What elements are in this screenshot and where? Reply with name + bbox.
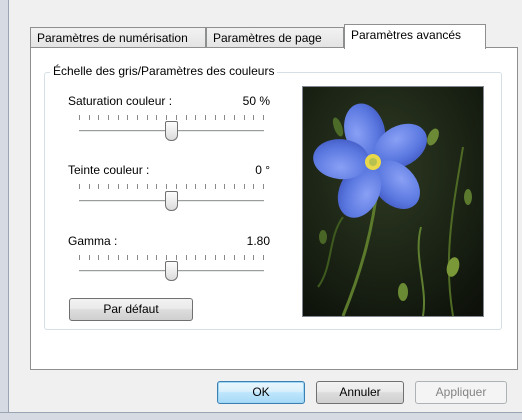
slider-tick bbox=[224, 115, 225, 120]
tab-scan-settings[interactable]: Paramètres de numérisation bbox=[30, 27, 206, 48]
ok-button[interactable]: OK bbox=[217, 381, 305, 404]
slider-tick bbox=[166, 115, 167, 120]
slider-tick bbox=[205, 184, 206, 189]
slider-tick bbox=[147, 115, 148, 120]
slider-tick bbox=[89, 115, 90, 120]
slider-tick bbox=[79, 184, 80, 189]
slider-tick bbox=[108, 115, 109, 120]
slider-tick bbox=[127, 184, 128, 189]
slider-tick bbox=[205, 255, 206, 260]
slider-tick bbox=[98, 184, 99, 189]
saturation-label: Saturation couleur : bbox=[68, 94, 173, 108]
slider-tick bbox=[263, 184, 264, 189]
slider-tick bbox=[137, 255, 138, 260]
slider-tick bbox=[195, 115, 196, 120]
apply-button[interactable]: Appliquer bbox=[415, 381, 507, 404]
slider-tick bbox=[147, 255, 148, 260]
slider-tick bbox=[215, 115, 216, 120]
slider-tick bbox=[176, 184, 177, 189]
slider-tick bbox=[166, 184, 167, 189]
slider-tick bbox=[98, 255, 99, 260]
slider-tick bbox=[166, 255, 167, 260]
slider-tick bbox=[253, 255, 254, 260]
slider-tick bbox=[253, 184, 254, 189]
tab-label: Paramètres de page bbox=[213, 31, 322, 45]
hue-slider-thumb[interactable] bbox=[165, 191, 178, 211]
slider-tick bbox=[156, 255, 157, 260]
slider-tick bbox=[205, 115, 206, 120]
hue-label: Teinte couleur : bbox=[68, 163, 150, 177]
slider-tick bbox=[263, 115, 264, 120]
gamma-value: 1.80 bbox=[246, 234, 270, 248]
flower-preview-image bbox=[303, 87, 483, 316]
slider-tick bbox=[244, 255, 245, 260]
slider-tick bbox=[156, 115, 157, 120]
slider-tick bbox=[186, 255, 187, 260]
window-frame-left bbox=[0, 0, 9, 419]
slider-tick bbox=[156, 184, 157, 189]
slider-tick bbox=[186, 115, 187, 120]
slider-tick bbox=[215, 184, 216, 189]
slider-tick bbox=[137, 184, 138, 189]
slider-tick bbox=[195, 255, 196, 260]
gamma-label: Gamma : bbox=[68, 234, 118, 248]
slider-tick bbox=[195, 184, 196, 189]
slider-tick bbox=[147, 184, 148, 189]
tab-label: Paramètres avancés bbox=[351, 28, 462, 42]
tab-label: Paramètres de numérisation bbox=[37, 31, 188, 45]
slider-tick bbox=[89, 184, 90, 189]
slider-tick bbox=[215, 255, 216, 260]
slider-tick bbox=[137, 115, 138, 120]
slider-tick bbox=[108, 255, 109, 260]
slider-tick bbox=[244, 184, 245, 189]
dialog-window: Paramètres de numérisation Paramètres de… bbox=[0, 0, 522, 420]
slider-tick bbox=[176, 115, 177, 120]
slider-tick bbox=[127, 255, 128, 260]
slider-tick bbox=[89, 255, 90, 260]
slider-tick bbox=[127, 115, 128, 120]
cancel-button[interactable]: Annuler bbox=[316, 381, 404, 404]
tab-page-settings[interactable]: Paramètres de page bbox=[206, 27, 344, 48]
hue-ticks bbox=[79, 184, 264, 190]
slider-tick bbox=[234, 115, 235, 120]
saturation-value: 50 % bbox=[242, 94, 270, 108]
gamma-slider-thumb[interactable] bbox=[165, 261, 178, 281]
slider-tick bbox=[79, 255, 80, 260]
slider-tick bbox=[79, 115, 80, 120]
tab-advanced-settings[interactable]: Paramètres avancés bbox=[344, 24, 486, 49]
slider-tick bbox=[108, 184, 109, 189]
slider-tick bbox=[244, 115, 245, 120]
slider-tick bbox=[98, 115, 99, 120]
slider-tick bbox=[118, 115, 119, 120]
preview-image bbox=[302, 86, 484, 317]
default-button[interactable]: Par défaut bbox=[69, 298, 193, 321]
slider-tick bbox=[224, 184, 225, 189]
slider-tick bbox=[176, 255, 177, 260]
slider-tick bbox=[118, 255, 119, 260]
slider-tick bbox=[253, 115, 254, 120]
group-legend: Échelle des gris/Paramètres des couleurs bbox=[50, 64, 278, 78]
slider-tick bbox=[234, 184, 235, 189]
saturation-slider-thumb[interactable] bbox=[165, 121, 178, 141]
slider-tick bbox=[186, 184, 187, 189]
hue-value: 0 ° bbox=[255, 163, 270, 177]
slider-tick bbox=[224, 255, 225, 260]
slider-tick bbox=[263, 255, 264, 260]
slider-tick bbox=[118, 184, 119, 189]
slider-tick bbox=[234, 255, 235, 260]
